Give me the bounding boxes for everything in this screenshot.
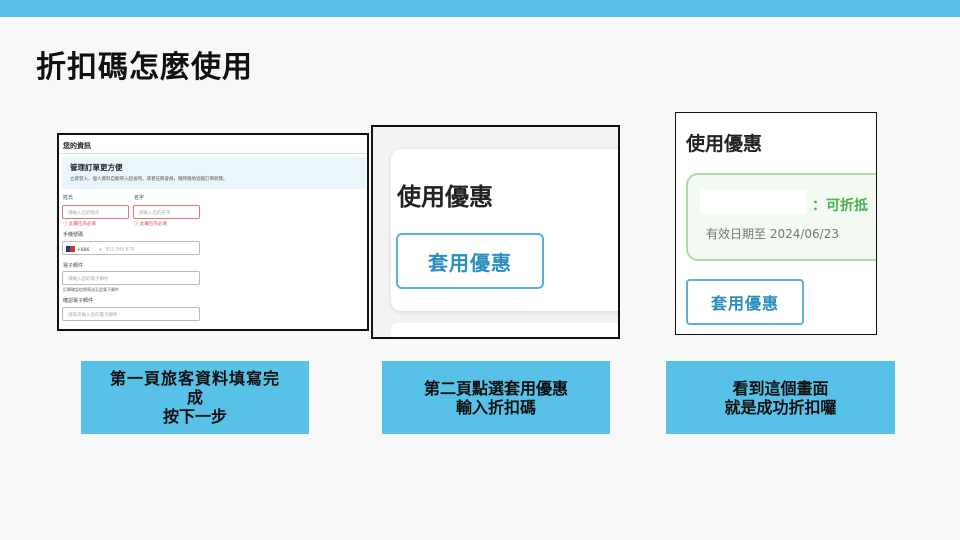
applied-coupon-card: ：可折抵 有效日期至 2024/06/23 [686, 173, 876, 261]
caption-step-3-line-1: 看到這個畫面 [732, 378, 829, 398]
country-code: +886 [77, 247, 90, 253]
login-banner-text: 立即登入，個人資料自動帶入超省時。或者註冊會員，隨時隨地追蹤訂單狀態。 [70, 177, 228, 182]
first-name-input[interactable]: 請輸入您的名字 [133, 205, 200, 219]
discount-text: ：可折抵 [812, 198, 868, 214]
phone-placeholder: 912 345 678 [105, 247, 135, 253]
apply-coupon-button-2[interactable]: 套用優惠 [686, 279, 804, 325]
applied-coupon-heading: 使用優惠 [686, 133, 763, 155]
caption-step-1-line-2: 成 [186, 388, 203, 407]
phone-label: 手機號碼 [63, 232, 84, 238]
screenshot-coupon-applied: 使用優惠 ：可折抵 有效日期至 2024/06/23 套用優惠 [675, 112, 877, 335]
next-card-edge [391, 323, 618, 337]
caption-step-3-line-2: 就是成功折扣囉 [724, 397, 837, 417]
caption-step-1-line-3: 按下一步 [162, 407, 227, 426]
email-note: 訂單確認信將寄送至此電子郵件 [63, 287, 119, 292]
apply-coupon-button[interactable]: 套用優惠 [396, 233, 544, 289]
caption-step-2: 第二頁點選套用優惠 輸入折扣碼 [382, 361, 610, 434]
screenshot-coupon-section: 使用優惠 套用優惠 [371, 125, 620, 339]
chevron-down-icon: ▾ [99, 247, 102, 253]
confirm-email-input[interactable]: 請再次輸入您的電子郵件 [62, 307, 200, 321]
first-name-error: ⓘ 此欄位為必填 [134, 222, 167, 227]
caption-step-3: 看到這個畫面 就是成功折扣囉 [666, 361, 895, 434]
coupon-heading: 使用優惠 [397, 183, 493, 211]
first-name-label: 名字 [134, 195, 145, 201]
caption-step-2-line-2: 輸入折扣碼 [455, 397, 536, 417]
expiry-date: 有效日期至 2024/06/23 [706, 227, 839, 241]
last-name-input[interactable]: 請輸入您的姓氏 [62, 205, 129, 219]
screenshot-traveler-form: 您的資訊 管理訂單更方便 立即登入，個人資料自動帶入超省時。或者註冊會員，隨時隨… [57, 133, 369, 331]
top-accent-bar [0, 0, 960, 17]
form-section-title: 您的資訊 [63, 142, 91, 150]
caption-step-1-line-1: 第一頁旅客資料填寫完 [109, 369, 280, 388]
last-name-error: ⓘ 此欄位為必填 [63, 222, 96, 227]
login-banner-title: 管理訂單更方便 [70, 163, 123, 172]
last-name-label: 姓氏 [63, 195, 74, 201]
taiwan-flag-icon [66, 246, 75, 252]
confirm-email-label: 確認電子郵件 [63, 298, 94, 304]
slide-title: 折扣碼怎麼使用 [36, 50, 253, 85]
redacted-code [700, 190, 806, 214]
phone-input[interactable]: +886 ▾ 912 345 678 [62, 241, 200, 255]
caption-step-1: 第一頁旅客資料填寫完 成 按下一步 [81, 361, 309, 434]
email-label: 電子郵件 [63, 263, 84, 269]
email-input[interactable]: 請輸入您的電子郵件 [62, 271, 200, 285]
login-banner: 管理訂單更方便 立即登入，個人資料自動帶入超省時。或者註冊會員，隨時隨地追蹤訂單… [62, 157, 366, 189]
form-divider [59, 153, 367, 154]
caption-step-2-line-1: 第二頁點選套用優惠 [423, 378, 568, 398]
